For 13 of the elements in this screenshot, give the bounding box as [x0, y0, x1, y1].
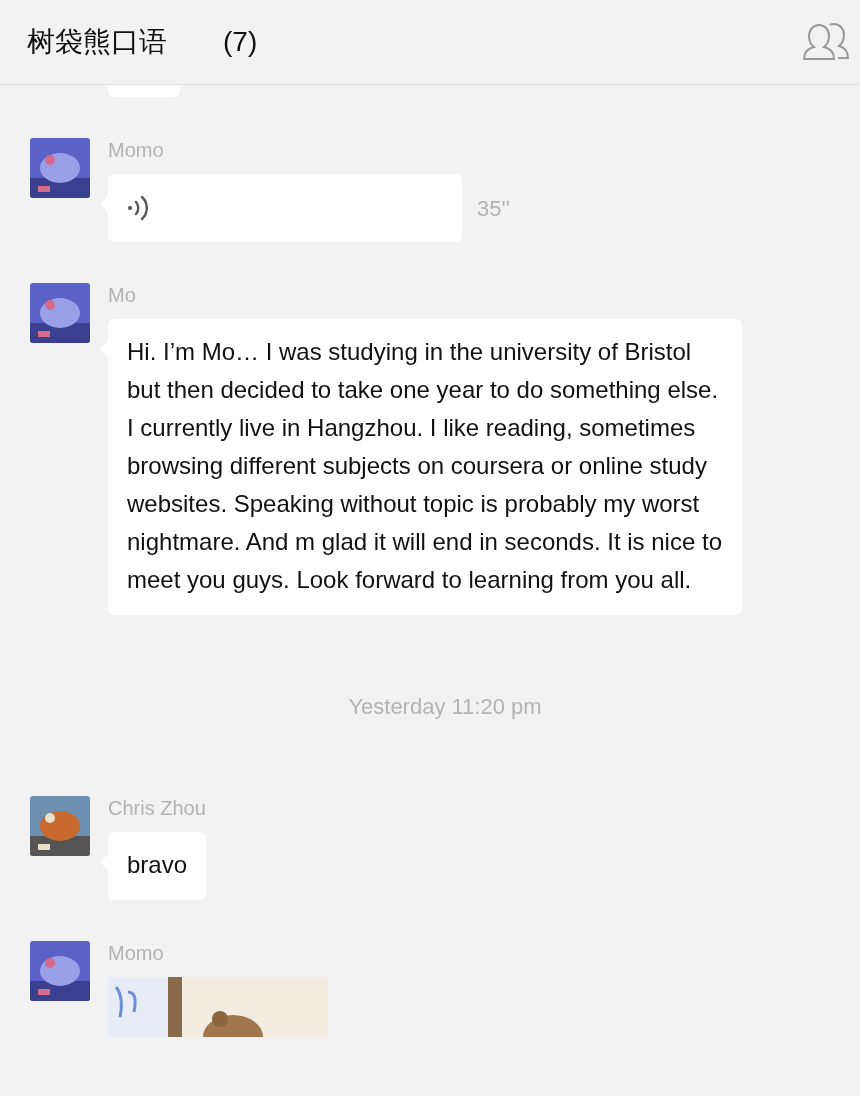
sender-name: Momo — [108, 138, 164, 162]
group-members-icon[interactable] — [802, 22, 850, 62]
chat-title: 树袋熊口语 — [27, 25, 167, 59]
message-bubble: Hi. I’m Mo… I was studying in the university of Bristol but then decided to take one year to do something else. I currently live in Hangzhou. I like reading, sometimes browsing different subjects on coursera or online study websites. Speaking without topic is probably my worst nightmare. And m glad it will end in seconds. It is nice to meet you guys. Look forward to learning from you all. — [108, 319, 742, 615]
sound-wave-icon — [127, 194, 149, 222]
message-bubble: bravo — [108, 832, 207, 900]
timestamp: Yesterday 11:20 pm — [348, 694, 542, 719]
message-bubble — [108, 85, 180, 97]
voice-duration: 35'' — [477, 194, 510, 223]
sender-name: Chris Zhou — [108, 796, 206, 820]
sender-name: Mo — [108, 283, 136, 307]
sender-name: Momo — [108, 941, 164, 965]
member-count: (7) — [223, 25, 258, 59]
